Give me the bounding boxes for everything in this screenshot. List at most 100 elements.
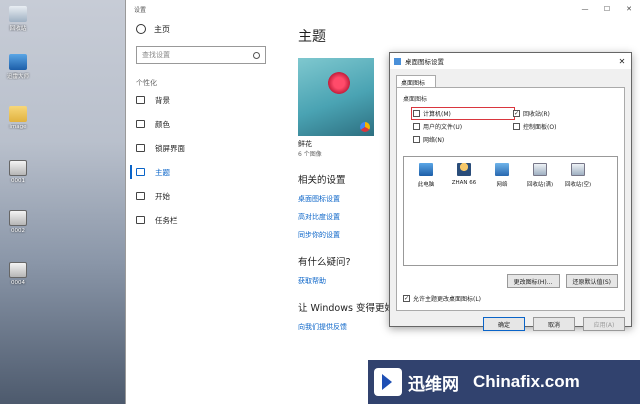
nav-item-background[interactable]: 背景	[136, 88, 266, 112]
list-item-user[interactable]: ZHAN 66	[450, 163, 478, 259]
checkbox-network[interactable]: 网络(N)	[413, 135, 513, 144]
recycle-bin-empty-icon	[571, 163, 585, 176]
watermark-text-en: Chinafix.com	[473, 372, 580, 391]
close-button[interactable]: ✕	[618, 5, 640, 13]
icon-button-row: 更改图标(H)... 还原默认值(S)	[403, 274, 618, 288]
checkbox-box[interactable]	[413, 136, 420, 143]
desktop-icon-app[interactable]: 迅雷大师	[4, 54, 32, 80]
nav-item-label: 颜色	[155, 119, 170, 129]
desktop-icon-settings-dialog: 桌面图标设置 ✕ 桌面图标 桌面图标 计算机(M) ✓ 回收站(R) 用户的文件…	[389, 52, 632, 331]
nav-item-taskbar[interactable]: 任务栏	[136, 208, 266, 232]
desktop-icon-file-0004[interactable]: 0004	[4, 262, 32, 286]
maximize-button[interactable]: ☐	[596, 5, 618, 13]
computer-icon	[9, 54, 27, 70]
cancel-button[interactable]: 取消	[533, 317, 575, 331]
settings-titlebar: 设置 — ☐ ✕	[126, 0, 640, 18]
desktop-icon-label: 0004	[11, 280, 25, 286]
checkbox-control-panel[interactable]: 控制面板(O)	[513, 122, 613, 131]
list-item-recycle-empty[interactable]: 回收站(空)	[564, 163, 592, 259]
desktop-icon-label: image	[9, 124, 27, 130]
tab-desktop-icons[interactable]: 桌面图标	[396, 75, 436, 87]
desktop-icon-recycle-bin[interactable]: 回收站	[4, 6, 32, 32]
palette-icon	[136, 120, 145, 128]
list-item-label: ZHAN 66	[451, 180, 477, 186]
checkbox-label: 控制面板(O)	[523, 124, 557, 131]
dialog-close-button[interactable]: ✕	[613, 57, 631, 66]
change-icon-button[interactable]: 更改图标(H)...	[506, 274, 560, 288]
nav-home[interactable]: 主页	[136, 18, 266, 40]
nav-item-label: 开始	[155, 191, 170, 201]
checkbox-box[interactable]: ✓	[513, 110, 520, 117]
nav-item-label: 锁屏界面	[155, 143, 185, 153]
desktop-icon-file-0001[interactable]: 0001	[4, 160, 32, 184]
desktop-icon-label: 0001	[11, 178, 25, 184]
watermark-banner: 迅维网 Chinafix.com	[368, 360, 640, 404]
dialog-titlebar: 桌面图标设置 ✕	[390, 53, 631, 69]
image-file-icon	[9, 160, 27, 176]
monitor-icon	[136, 144, 145, 152]
image-file-icon	[9, 210, 27, 226]
list-item-network[interactable]: 网络	[488, 163, 516, 259]
apply-button[interactable]: 应用(A)	[583, 317, 625, 331]
nav-item-themes[interactable]: 主题	[130, 160, 266, 184]
checkbox-computer[interactable]: 计算机(M)	[411, 107, 515, 120]
checkbox-allow-themes[interactable]: ✓ 允许主题更改桌面图标(L)	[403, 294, 618, 303]
checkbox-box[interactable]	[513, 123, 520, 130]
user-folder-icon	[457, 163, 471, 176]
window-title: 设置	[134, 6, 147, 14]
nav-item-lock-screen[interactable]: 锁屏界面	[136, 136, 266, 160]
checkbox-grid: 计算机(M) ✓ 回收站(R) 用户的文件(U) 控制面板(O) 网络(N)	[411, 107, 618, 144]
checkbox-label: 计算机(M)	[423, 111, 451, 118]
taskbar-icon	[136, 216, 145, 224]
nav-item-colors[interactable]: 颜色	[136, 112, 266, 136]
dialog-body: 桌面图标 计算机(M) ✓ 回收站(R) 用户的文件(U) 控制面板(O) 网络…	[396, 87, 625, 311]
section-label: 个性化	[136, 79, 157, 87]
watermark-logo	[374, 368, 402, 396]
nav-item-label: 背景	[155, 95, 170, 105]
list-item-computer[interactable]: 此电脑	[412, 163, 440, 259]
brush-icon	[136, 168, 145, 176]
group-label: 桌面图标	[403, 96, 428, 103]
search-input[interactable]: 查找设置	[136, 46, 266, 64]
nav-item-label: 任务栏	[155, 215, 178, 225]
search-placeholder: 查找设置	[142, 51, 170, 59]
network-icon	[495, 163, 509, 176]
list-item-label: 网络	[496, 182, 508, 188]
recycle-bin-full-icon	[533, 163, 547, 176]
checkbox-recycle-bin[interactable]: ✓ 回收站(R)	[513, 109, 613, 118]
ok-button[interactable]: 确定	[483, 317, 525, 331]
desktop-icon-file-0002[interactable]: 0002	[4, 210, 32, 234]
list-item-label: 此电脑	[417, 182, 435, 188]
checkbox-box[interactable]	[413, 110, 420, 117]
checkbox-label: 网络(N)	[423, 137, 445, 144]
checkbox-user-files[interactable]: 用户的文件(U)	[413, 122, 513, 131]
checkbox-box[interactable]: ✓	[403, 295, 410, 302]
folder-icon	[9, 106, 27, 122]
minimize-button[interactable]: —	[574, 5, 596, 13]
list-item-recycle-full[interactable]: 回收站(满)	[526, 163, 554, 259]
computer-icon	[419, 163, 433, 176]
list-item-label: 回收站(空)	[564, 182, 592, 188]
window-controls: — ☐ ✕	[574, 5, 640, 13]
page-title: 主题	[298, 29, 326, 45]
recycle-bin-icon	[9, 6, 27, 22]
checkbox-box[interactable]	[413, 123, 420, 130]
restore-default-button[interactable]: 还原默认值(S)	[565, 274, 618, 288]
desktop-icon-label: 0002	[11, 228, 25, 234]
settings-sidebar: 主页 查找设置 个性化 背景 颜色 锁屏界面 主题 开始 任务栏	[126, 18, 276, 232]
start-menu-icon	[136, 192, 145, 200]
checkbox-label: 回收站(R)	[523, 111, 550, 118]
dialog-app-icon	[394, 57, 401, 65]
gear-icon	[136, 24, 146, 34]
checkbox-label: 允许主题更改桌面图标(L)	[413, 296, 482, 303]
image-file-icon	[9, 262, 27, 278]
nav-item-label: 主题	[155, 167, 170, 177]
search-icon	[253, 51, 260, 59]
theme-thumbnail[interactable]	[298, 58, 374, 136]
nav-item-start[interactable]: 开始	[136, 184, 266, 208]
image-icon	[136, 96, 145, 104]
desktop-icon-image-folder[interactable]: image	[4, 106, 32, 130]
desktop-icon-label: 回收站	[9, 26, 27, 32]
desktop-icon-list: 此电脑 ZHAN 66 网络 回收站(满) 回收站(空)	[403, 156, 618, 266]
list-item-label: 回收站(满)	[526, 182, 554, 188]
